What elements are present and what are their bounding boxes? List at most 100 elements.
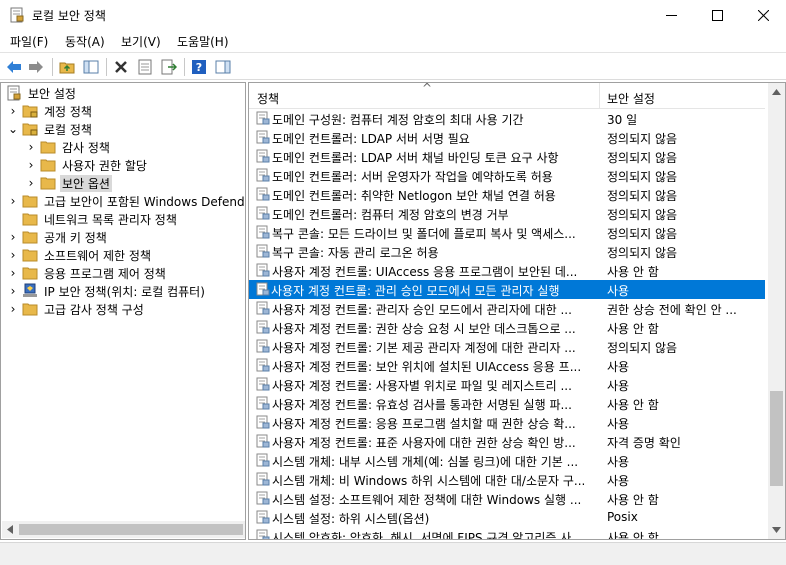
close-button[interactable] bbox=[740, 0, 786, 30]
policy-setting-icon bbox=[256, 130, 270, 144]
expand-chevron-icon[interactable]: › bbox=[8, 300, 18, 318]
tree-node-security-options[interactable]: › 보안 옵션 bbox=[26, 174, 112, 192]
policy-row[interactable]: 사용자 계정 컨트롤: 응용 프로그램 설치할 때 권한 상승 확... 사용 bbox=[249, 413, 765, 432]
policy-row[interactable]: 도메인 컨트롤러: 컴퓨터 계정 암호의 변경 거부 정의되지 않음 bbox=[249, 204, 765, 223]
policy-row[interactable]: 사용자 계정 컨트롤: 권한 상승 요청 시 보안 데스크톱으로 ... 사용 안… bbox=[249, 318, 765, 337]
policy-row[interactable]: 시스템 암호화: 암호화, 해시, 서명에 FIPS 규격 알고리즘 사... 사… bbox=[249, 527, 765, 540]
folder-lock-icon bbox=[22, 105, 38, 118]
tree-label: 계정 정책 bbox=[44, 104, 92, 119]
policy-setting-icon bbox=[256, 282, 270, 296]
list-vertical-scrollbar[interactable] bbox=[768, 83, 785, 539]
export-list-button[interactable] bbox=[160, 58, 178, 76]
scroll-down-icon[interactable] bbox=[772, 527, 781, 534]
folder-icon bbox=[40, 159, 56, 172]
scroll-left-icon[interactable] bbox=[6, 525, 14, 534]
policy-setting-icon bbox=[256, 320, 270, 334]
policy-name: 도메인 컨트롤러: 취약한 Netlogon 보안 채널 연결 허용 bbox=[272, 189, 556, 203]
column-header-setting[interactable]: 보안 설정 bbox=[607, 90, 655, 107]
policy-row[interactable]: 사용자 계정 컨트롤: 표준 사용자에 대한 권한 상승 확인 방... 자격 증… bbox=[249, 432, 765, 451]
tree-node-software-restriction[interactable]: › 소프트웨어 제한 정책 bbox=[8, 246, 153, 264]
tree-label: 로컬 정책 bbox=[44, 122, 92, 137]
policy-row[interactable]: 시스템 개체: 내부 시스템 개체(예: 심볼 링크)에 대한 기본 ... 사용 bbox=[249, 451, 765, 470]
folder-icon bbox=[22, 249, 38, 262]
policy-row[interactable]: 사용자 계정 컨트롤: UIAccess 응용 프로그램이 보안된 데... 사용… bbox=[249, 261, 765, 280]
menu-action[interactable]: 동작(A) bbox=[65, 33, 105, 50]
tree-node-security-settings[interactable]: 보안 설정 bbox=[6, 84, 78, 102]
back-button[interactable] bbox=[5, 58, 23, 76]
show-action-pane-button[interactable] bbox=[214, 58, 232, 76]
properties-button[interactable] bbox=[136, 58, 154, 76]
expand-chevron-icon[interactable]: › bbox=[26, 174, 36, 192]
policy-name: 도메인 컨트롤러: LDAP 서버 서명 필요 bbox=[272, 132, 470, 146]
help-button[interactable]: ? bbox=[190, 58, 208, 76]
collapse-chevron-icon[interactable]: ⌄ bbox=[8, 120, 18, 138]
policy-row[interactable]: 도메인 컨트롤러: 취약한 Netlogon 보안 채널 연결 허용 정의되지 않… bbox=[249, 185, 765, 204]
policy-setting-icon bbox=[256, 491, 270, 505]
policy-setting-icon bbox=[256, 415, 270, 429]
expand-chevron-icon[interactable]: › bbox=[8, 102, 18, 120]
expand-chevron-icon[interactable]: › bbox=[26, 138, 36, 156]
tree-node-account-policies[interactable]: › 계정 정책 bbox=[8, 102, 94, 120]
forward-button[interactable] bbox=[27, 58, 45, 76]
scroll-up-icon[interactable] bbox=[772, 88, 781, 95]
policy-name: 도메인 컨트롤러: 서버 운영자가 작업을 예약하도록 허용 bbox=[272, 170, 553, 184]
policy-row[interactable]: 사용자 계정 컨트롤: 보안 위치에 설치된 UIAccess 응용 프... 사… bbox=[249, 356, 765, 375]
tree-label: 보안 옵션 bbox=[60, 174, 112, 192]
policy-row[interactable]: 사용자 계정 컨트롤: 사용자별 위치로 파일 및 레지스트리 ... 사용 bbox=[249, 375, 765, 394]
policy-row[interactable]: 시스템 개체: 비 Windows 하위 시스템에 대한 대/소문자 구... 사… bbox=[249, 470, 765, 489]
tree-node-ip-security[interactable]: › IP 보안 정책(위치: 로컬 컴퓨터) bbox=[8, 282, 207, 300]
status-bar bbox=[0, 542, 786, 565]
policy-setting-icon bbox=[256, 358, 270, 372]
policy-row[interactable]: 복구 콘솔: 모든 드라이브 및 폴더에 플로피 복사 및 액세스... 정의되지… bbox=[249, 223, 765, 242]
show-hide-tree-button[interactable] bbox=[82, 58, 100, 76]
tree-node-user-rights[interactable]: › 사용자 권한 할당 bbox=[26, 156, 149, 174]
scroll-thumb[interactable] bbox=[19, 524, 243, 535]
maximize-button[interactable] bbox=[694, 0, 740, 30]
tree-node-application-control[interactable]: › 응용 프로그램 제어 정책 bbox=[8, 264, 168, 282]
policy-setting-value: 자격 증명 확인 bbox=[607, 436, 681, 450]
folder-icon bbox=[22, 213, 38, 226]
expand-chevron-icon[interactable]: › bbox=[8, 192, 18, 210]
policy-row[interactable]: 사용자 계정 컨트롤: 관리자 승인 모드에서 관리자에 대한 ... 권한 상승… bbox=[249, 299, 765, 318]
expand-chevron-icon[interactable]: › bbox=[8, 282, 18, 300]
scroll-thumb[interactable] bbox=[770, 391, 783, 486]
delete-button[interactable] bbox=[112, 58, 130, 76]
policy-row-selected[interactable]: 사용자 계정 컨트롤: 관리 승인 모드에서 모든 관리자 실행 사용 bbox=[249, 280, 765, 299]
menu-view[interactable]: 보기(V) bbox=[121, 33, 161, 50]
tree-node-advanced-audit[interactable]: › 고급 감사 정책 구성 bbox=[8, 300, 146, 318]
policy-row[interactable]: 도메인 컨트롤러: 서버 운영자가 작업을 예약하도록 허용 정의되지 않음 bbox=[249, 166, 765, 185]
policy-row[interactable]: 복구 콘솔: 자동 관리 로그온 허용 정의되지 않음 bbox=[249, 242, 765, 261]
policy-row[interactable]: 도메인 컨트롤러: LDAP 서버 채널 바인딩 토큰 요구 사항 정의되지 않음 bbox=[249, 147, 765, 166]
tree-node-windows-defender-firewall[interactable]: › 고급 보안이 포함된 Windows Defend bbox=[8, 192, 245, 210]
minimize-button[interactable] bbox=[648, 0, 694, 30]
policy-row[interactable]: 도메인 컨트롤러: LDAP 서버 서명 필요 정의되지 않음 bbox=[249, 128, 765, 147]
policy-setting-icon bbox=[256, 453, 270, 467]
tree-horizontal-scrollbar[interactable] bbox=[2, 521, 245, 538]
menu-help[interactable]: 도움말(H) bbox=[177, 33, 229, 50]
policy-row[interactable]: 사용자 계정 컨트롤: 기본 제공 관리자 계정에 대한 관리자 ... 정의되지… bbox=[249, 337, 765, 356]
tree-node-local-policies[interactable]: ⌄ 로컬 정책 bbox=[8, 120, 94, 138]
policy-row[interactable]: 시스템 설정: 하위 시스템(옵션) Posix bbox=[249, 508, 765, 527]
forward-arrow-icon bbox=[29, 61, 43, 73]
policy-setting-value: 사용 bbox=[607, 455, 630, 469]
tree-node-network-list-manager[interactable]: 네트워크 목록 관리자 정책 bbox=[8, 210, 179, 228]
tree-node-audit-policy[interactable]: › 감사 정책 bbox=[26, 138, 112, 156]
expand-chevron-icon[interactable]: › bbox=[26, 156, 36, 174]
policy-setting-value: 정의되지 않음 bbox=[607, 341, 678, 355]
up-one-level-button[interactable] bbox=[58, 58, 76, 76]
expand-chevron-icon[interactable]: › bbox=[8, 264, 18, 282]
expand-chevron-icon[interactable]: › bbox=[8, 228, 18, 246]
policy-setting-value: 사용 안 함 bbox=[607, 531, 659, 540]
folder-icon bbox=[22, 195, 38, 208]
expand-chevron-icon[interactable]: › bbox=[8, 246, 18, 264]
policy-setting-value: 정의되지 않음 bbox=[607, 246, 678, 260]
policy-setting-value: 정의되지 않음 bbox=[607, 227, 678, 241]
policy-setting-value: 사용 bbox=[607, 379, 630, 393]
column-header-policy[interactable]: 정책 bbox=[257, 90, 279, 107]
tree-node-public-key-policies[interactable]: › 공개 키 정책 bbox=[8, 228, 109, 246]
policy-row[interactable]: 도메인 구성원: 컴퓨터 계정 암호의 최대 사용 기간 30 일 bbox=[249, 109, 765, 128]
policy-row[interactable]: 시스템 설정: 소프트웨어 제한 정책에 대한 Windows 실행 ... 사용… bbox=[249, 489, 765, 508]
menu-file[interactable]: 파일(F) bbox=[10, 33, 48, 50]
policy-setting-icon bbox=[256, 149, 270, 163]
policy-row[interactable]: 사용자 계정 컨트롤: 유효성 검사를 통과한 서명된 실행 파... 사용 안 … bbox=[249, 394, 765, 413]
